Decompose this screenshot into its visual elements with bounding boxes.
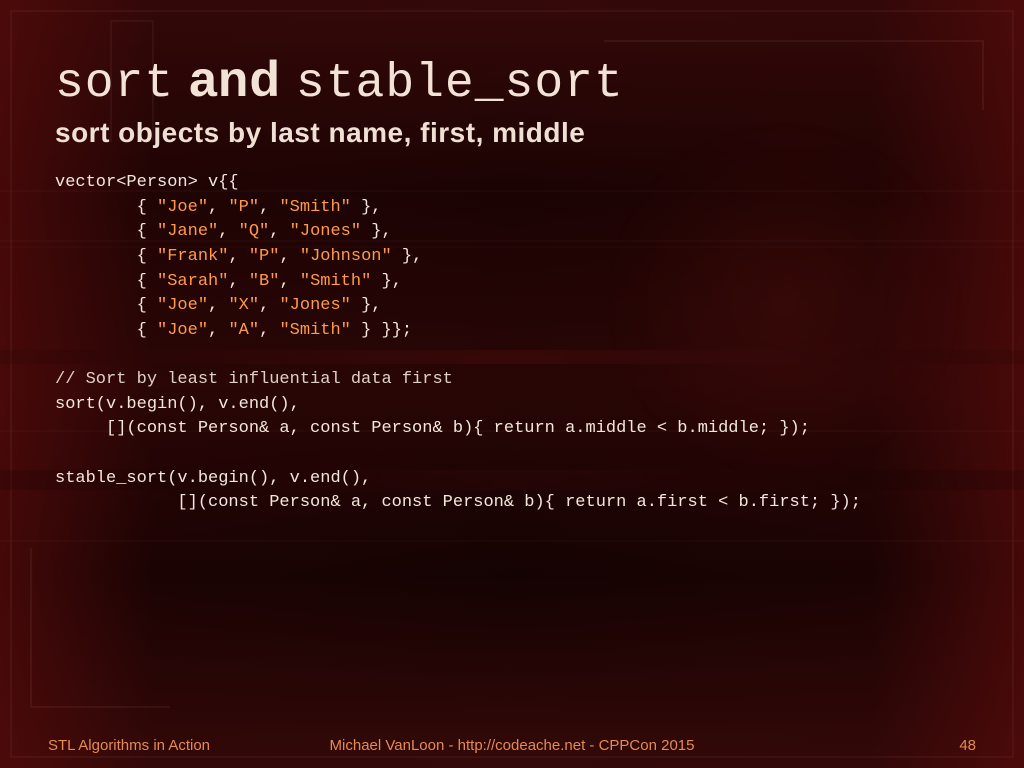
code-person-5-first: "Joe" bbox=[157, 321, 208, 340]
slide: sort and stable_sort sort objects by las… bbox=[0, 0, 1024, 768]
code-comment: // Sort by least influential data first bbox=[55, 370, 453, 389]
code-person-2-middle: "P" bbox=[249, 247, 280, 266]
code-sort-line2: [](const Person& a, const Person& b){ re… bbox=[55, 419, 810, 438]
code-person-5-middle: "A" bbox=[228, 321, 259, 340]
code-person-2-first: "Frank" bbox=[157, 247, 228, 266]
code-person-3-middle: "B" bbox=[249, 272, 280, 291]
code-decl-open: vector<Person> v{{ bbox=[55, 173, 239, 192]
title-and: and bbox=[174, 51, 296, 107]
code-person-0-last: "Smith" bbox=[279, 198, 350, 217]
code-sort-line1: sort(v.begin(), v.end(), bbox=[55, 395, 300, 414]
code-person-4-last: "Jones" bbox=[279, 296, 350, 315]
footer-left: STL Algorithms in Action bbox=[48, 737, 210, 754]
code-person-4-middle: "X" bbox=[228, 296, 259, 315]
code-decl-close: }}; bbox=[371, 321, 412, 340]
code-person-5-last: "Smith" bbox=[279, 321, 350, 340]
footer-center: Michael VanLoon - http://codeache.net - … bbox=[330, 737, 695, 754]
code-person-3-last: "Smith" bbox=[300, 272, 371, 291]
title-code-sort: sort bbox=[55, 57, 174, 111]
code-block: vector<Person> v{{ { "Joe", "P", "Smith"… bbox=[55, 171, 969, 516]
code-stable-line2: [](const Person& a, const Person& b){ re… bbox=[55, 493, 861, 512]
code-person-0-middle: "P" bbox=[228, 198, 259, 217]
slide-subtitle: sort objects by last name, first, middle bbox=[55, 117, 969, 149]
footer-page-number: 48 bbox=[959, 737, 976, 754]
title-code-stable-sort: stable_sort bbox=[296, 57, 624, 111]
code-person-1-last: "Jones" bbox=[290, 222, 361, 241]
code-person-1-middle: "Q" bbox=[239, 222, 270, 241]
code-person-4-first: "Joe" bbox=[157, 296, 208, 315]
slide-title: sort and stable_sort bbox=[55, 50, 969, 111]
code-person-1-first: "Jane" bbox=[157, 222, 218, 241]
footer: STL Algorithms in Action Michael VanLoon… bbox=[0, 737, 1024, 754]
code-person-0-first: "Joe" bbox=[157, 198, 208, 217]
code-person-2-last: "Johnson" bbox=[300, 247, 392, 266]
code-stable-line1: stable_sort(v.begin(), v.end(), bbox=[55, 469, 371, 488]
code-person-3-first: "Sarah" bbox=[157, 272, 228, 291]
